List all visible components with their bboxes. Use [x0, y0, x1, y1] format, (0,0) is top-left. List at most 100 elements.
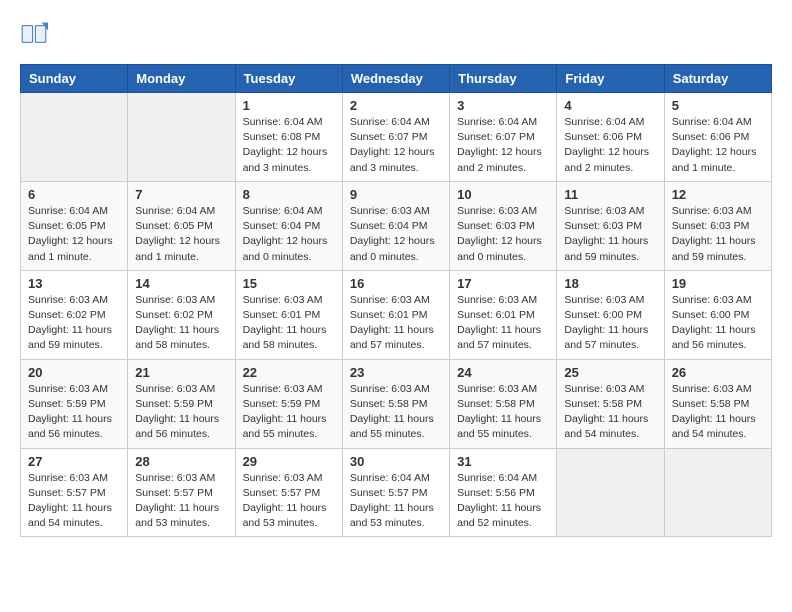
calendar-cell: 8 Sunrise: 6:04 AMSunset: 6:04 PMDaylight…	[235, 181, 342, 270]
calendar-cell: 24 Sunrise: 6:03 AMSunset: 5:58 PMDayligh…	[450, 359, 557, 448]
calendar-cell: 17 Sunrise: 6:03 AMSunset: 6:01 PMDayligh…	[450, 270, 557, 359]
day-number: 3	[457, 98, 549, 113]
day-number: 4	[564, 98, 656, 113]
day-header-sunday: Sunday	[21, 65, 128, 93]
calendar-cell: 21 Sunrise: 6:03 AMSunset: 5:59 PMDayligh…	[128, 359, 235, 448]
calendar-cell: 10 Sunrise: 6:03 AMSunset: 6:03 PMDayligh…	[450, 181, 557, 270]
calendar-cell: 5 Sunrise: 6:04 AMSunset: 6:06 PMDaylight…	[664, 93, 771, 182]
calendar-cell: 27Sunrise: 6:03 AMSunset: 5:57 PMDayligh…	[21, 448, 128, 537]
day-info: Sunrise: 6:04 AMSunset: 6:06 PMDaylight:…	[672, 115, 764, 176]
day-number: 28	[135, 454, 227, 469]
day-info: Sunrise: 6:03 AMSunset: 5:59 PMDaylight:…	[135, 382, 227, 443]
day-info: Sunrise: 6:04 AMSunset: 6:05 PMDaylight:…	[135, 204, 227, 265]
day-number: 13	[28, 276, 120, 291]
day-header-monday: Monday	[128, 65, 235, 93]
day-number: 23	[350, 365, 442, 380]
day-number: 31	[457, 454, 549, 469]
logo-icon	[20, 20, 48, 48]
day-info: Sunrise: 6:03 AMSunset: 6:03 PMDaylight:…	[672, 204, 764, 265]
day-info: Sunrise: 6:04 AMSunset: 6:05 PMDaylight:…	[28, 204, 120, 265]
day-number: 17	[457, 276, 549, 291]
calendar-cell: 30 Sunrise: 6:04 AMSunset: 5:57 PMDayligh…	[342, 448, 449, 537]
calendar-cell: 22 Sunrise: 6:03 AMSunset: 5:59 PMDayligh…	[235, 359, 342, 448]
day-info: Sunrise: 6:03 AMSunset: 5:57 PMDaylight:…	[243, 471, 335, 532]
calendar-cell: 25 Sunrise: 6:03 AMSunset: 5:58 PMDayligh…	[557, 359, 664, 448]
calendar-cell	[21, 93, 128, 182]
calendar-cell: 4 Sunrise: 6:04 AMSunset: 6:06 PMDaylight…	[557, 93, 664, 182]
day-info: Sunrise: 6:03 AMSunset: 6:01 PMDaylight:…	[243, 293, 335, 354]
day-info: Sunrise: 6:03 AMSunset: 5:58 PMDaylight:…	[457, 382, 549, 443]
week-row-5: 27Sunrise: 6:03 AMSunset: 5:57 PMDayligh…	[21, 448, 772, 537]
day-number: 20	[28, 365, 120, 380]
day-info: Sunrise: 6:03 AMSunset: 6:03 PMDaylight:…	[564, 204, 656, 265]
calendar-cell: 11 Sunrise: 6:03 AMSunset: 6:03 PMDayligh…	[557, 181, 664, 270]
day-info: Sunrise: 6:04 AMSunset: 6:07 PMDaylight:…	[457, 115, 549, 176]
week-row-1: 1 Sunrise: 6:04 AMSunset: 6:08 PMDaylight…	[21, 93, 772, 182]
day-info: Sunrise: 6:03 AMSunset: 6:02 PMDaylight:…	[135, 293, 227, 354]
day-number: 25	[564, 365, 656, 380]
calendar-cell: 13Sunrise: 6:03 AMSunset: 6:02 PMDayligh…	[21, 270, 128, 359]
day-number: 8	[243, 187, 335, 202]
day-header-friday: Friday	[557, 65, 664, 93]
calendar-cell: 28Sunrise: 6:03 AMSunset: 5:57 PMDayligh…	[128, 448, 235, 537]
day-number: 26	[672, 365, 764, 380]
day-info: Sunrise: 6:03 AMSunset: 6:00 PMDaylight:…	[672, 293, 764, 354]
day-info: Sunrise: 6:03 AMSunset: 6:01 PMDaylight:…	[350, 293, 442, 354]
calendar-cell: 2Sunrise: 6:04 AMSunset: 6:07 PMDaylight…	[342, 93, 449, 182]
calendar-cell: 6 Sunrise: 6:04 AMSunset: 6:05 PMDaylight…	[21, 181, 128, 270]
calendar-cell: 31 Sunrise: 6:04 AMSunset: 5:56 PMDayligh…	[450, 448, 557, 537]
day-info: Sunrise: 6:03 AMSunset: 6:04 PMDaylight:…	[350, 204, 442, 265]
day-info: Sunrise: 6:03 AMSunset: 6:03 PMDaylight:…	[457, 204, 549, 265]
day-info: Sunrise: 6:03 AMSunset: 6:00 PMDaylight:…	[564, 293, 656, 354]
day-number: 9	[350, 187, 442, 202]
calendar-cell: 9 Sunrise: 6:03 AMSunset: 6:04 PMDaylight…	[342, 181, 449, 270]
week-row-4: 20 Sunrise: 6:03 AMSunset: 5:59 PMDayligh…	[21, 359, 772, 448]
day-info: Sunrise: 6:03 AMSunset: 5:58 PMDaylight:…	[672, 382, 764, 443]
calendar-cell: 29 Sunrise: 6:03 AMSunset: 5:57 PMDayligh…	[235, 448, 342, 537]
day-info: Sunrise: 6:03 AMSunset: 5:57 PMDaylight:…	[28, 471, 120, 532]
day-number: 22	[243, 365, 335, 380]
day-number: 6	[28, 187, 120, 202]
day-number: 1	[243, 98, 335, 113]
calendar-cell: 15 Sunrise: 6:03 AMSunset: 6:01 PMDayligh…	[235, 270, 342, 359]
day-number: 7	[135, 187, 227, 202]
day-number: 21	[135, 365, 227, 380]
calendar-table: SundayMondayTuesdayWednesdayThursdayFrid…	[20, 64, 772, 537]
day-number: 2	[350, 98, 442, 113]
day-number: 30	[350, 454, 442, 469]
day-number: 18	[564, 276, 656, 291]
calendar-cell	[128, 93, 235, 182]
day-info: Sunrise: 6:04 AMSunset: 6:08 PMDaylight:…	[243, 115, 335, 176]
calendar-cell	[664, 448, 771, 537]
day-number: 14	[135, 276, 227, 291]
logo	[20, 20, 52, 48]
day-number: 15	[243, 276, 335, 291]
day-header-wednesday: Wednesday	[342, 65, 449, 93]
week-row-2: 6 Sunrise: 6:04 AMSunset: 6:05 PMDaylight…	[21, 181, 772, 270]
week-row-3: 13 Sunrise: 6:03 AMSunset: 6:02 PMDayligh…	[21, 270, 772, 359]
day-info: Sunrise: 6:04 AMSunset: 6:04 PMDaylight:…	[243, 204, 335, 265]
calendar-cell: 23 Sunrise: 6:03 AMSunset: 5:58 PMDayligh…	[342, 359, 449, 448]
day-info: Sunrise: 6:04 AMSunset: 5:57 PMDaylight:…	[350, 471, 442, 532]
day-info: Sunrise: 6:04 AMSunset: 6:06 PMDaylight:…	[564, 115, 656, 176]
day-number: 5	[672, 98, 764, 113]
day-info: Sunrise: 6:03 AMSunset: 5:58 PMDaylight:…	[564, 382, 656, 443]
day-number: 11	[564, 187, 656, 202]
page-header	[20, 20, 772, 48]
day-number: 10	[457, 187, 549, 202]
day-info: Sunrise: 6:03 AMSunset: 5:58 PMDaylight:…	[350, 382, 442, 443]
calendar-cell: 7 Sunrise: 6:04 AMSunset: 6:05 PMDaylight…	[128, 181, 235, 270]
day-number: 19	[672, 276, 764, 291]
day-number: 29	[243, 454, 335, 469]
day-info: Sunrise: 6:04 AMSunset: 5:56 PMDaylight:…	[457, 471, 549, 532]
day-info: Sunrise: 6:03 AMSunset: 5:59 PMDaylight:…	[243, 382, 335, 443]
calendar-cell: 16 Sunrise: 6:03 AMSunset: 6:01 PMDayligh…	[342, 270, 449, 359]
day-number: 16	[350, 276, 442, 291]
calendar-cell: 18 Sunrise: 6:03 AMSunset: 6:00 PMDayligh…	[557, 270, 664, 359]
day-number: 12	[672, 187, 764, 202]
day-info: Sunrise: 6:03 AMSunset: 6:01 PMDaylight:…	[457, 293, 549, 354]
day-number: 24	[457, 365, 549, 380]
calendar-cell: 3 Sunrise: 6:04 AMSunset: 6:07 PMDaylight…	[450, 93, 557, 182]
calendar-cell: 12 Sunrise: 6:03 AMSunset: 6:03 PMDayligh…	[664, 181, 771, 270]
calendar-cell: 26 Sunrise: 6:03 AMSunset: 5:58 PMDayligh…	[664, 359, 771, 448]
